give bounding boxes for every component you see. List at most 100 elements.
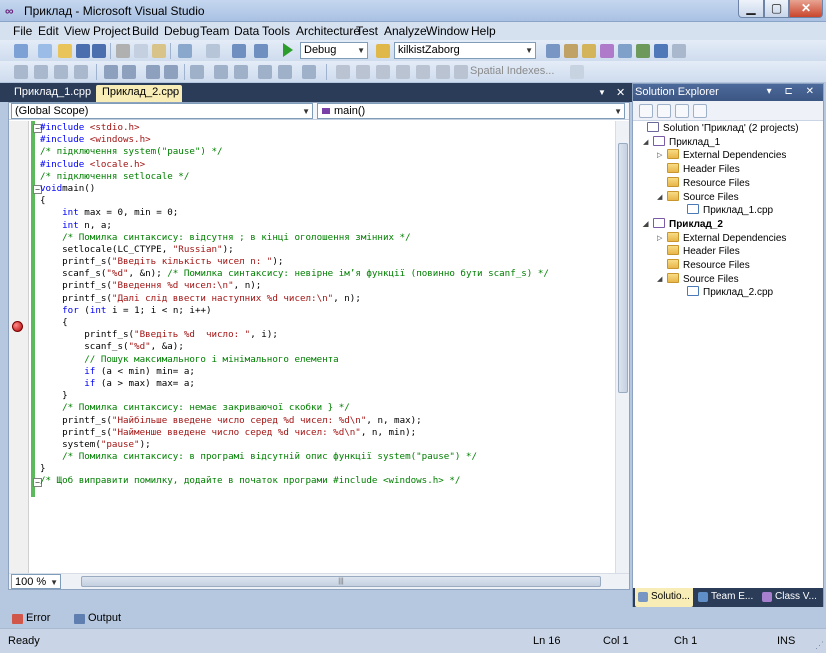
quick-info-icon[interactable] xyxy=(54,65,68,79)
zoom-select[interactable]: 100 % ▼ xyxy=(11,574,61,589)
expander-icon[interactable]: ▷ xyxy=(657,232,667,245)
tree-node[interactable]: Resource Files xyxy=(657,176,750,190)
database-toolbar-icon[interactable] xyxy=(336,65,350,79)
code-line[interactable]: /* Помилка синтаксису: відсутня ; в кінц… xyxy=(40,232,615,244)
find-in-files-icon[interactable] xyxy=(376,44,390,58)
properties-icon[interactable] xyxy=(564,44,578,58)
decrease-indent-icon[interactable] xyxy=(104,65,118,79)
undo-icon[interactable] xyxy=(178,44,192,58)
scrollbar-thumb[interactable]: ||| xyxy=(81,576,601,587)
bookmark-next-folder-icon[interactable] xyxy=(278,65,292,79)
vertical-scrollbar[interactable] xyxy=(615,121,629,573)
menu-analyze[interactable]: Analyze xyxy=(384,24,427,38)
show-all-files-icon[interactable] xyxy=(657,104,671,118)
object-browser-icon[interactable] xyxy=(582,44,596,58)
code-line[interactable]: /* Помилка синтаксису: в програмі відсут… xyxy=(40,451,615,463)
find-combo[interactable]: kilkistZaborg ▼ xyxy=(394,42,536,59)
tree-node[interactable]: Solution 'Приклад' (2 projects) xyxy=(637,122,799,135)
code-line[interactable]: #include <windows.h> xyxy=(40,134,615,146)
add-item-icon[interactable] xyxy=(38,44,52,58)
spatial-indexes-button[interactable]: Spatial Indexes... xyxy=(470,65,554,77)
code-line[interactable]: for (int i = 1; i < n; i++) xyxy=(40,305,615,317)
maximize-button[interactable]: ▢ xyxy=(764,0,789,18)
tree-node[interactable]: Header Files xyxy=(657,245,740,258)
indexes-icon[interactable] xyxy=(416,65,430,79)
tree-node[interactable]: Приклад_2.cpp xyxy=(677,286,773,299)
clear-bookmarks-icon[interactable] xyxy=(302,65,316,79)
minimize-button[interactable]: ▁ xyxy=(738,0,764,18)
toolbar-options-icon[interactable] xyxy=(570,65,584,79)
chevron-down-icon[interactable]: ▼ xyxy=(598,88,606,97)
code-line[interactable]: system("pause"); xyxy=(40,439,615,451)
member-select[interactable]: main() ▼ xyxy=(317,103,625,119)
navigate-backward-icon[interactable] xyxy=(232,44,246,58)
table-icon[interactable] xyxy=(356,65,370,79)
expander-icon[interactable]: ◢ xyxy=(643,218,653,231)
code-line[interactable]: printf_s("Найменше введене число серед %… xyxy=(40,427,615,439)
relationships-icon[interactable] xyxy=(396,65,410,79)
check-constraints-icon[interactable] xyxy=(436,65,450,79)
properties-icon[interactable] xyxy=(639,104,653,118)
toolbar-options-icon[interactable] xyxy=(672,44,686,58)
solution-explorer-icon[interactable] xyxy=(546,44,560,58)
toolbox-icon[interactable] xyxy=(600,44,614,58)
expander-icon[interactable]: ◢ xyxy=(657,191,667,204)
expander-icon[interactable]: ◢ xyxy=(657,273,667,286)
command-window-icon[interactable] xyxy=(654,44,668,58)
code-line[interactable]: } xyxy=(40,390,615,402)
code-line[interactable]: voidmain() xyxy=(40,183,615,195)
xml-indexes-icon[interactable] xyxy=(454,65,468,79)
next-bookmark-icon[interactable] xyxy=(234,65,248,79)
resize-grip-icon[interactable]: ⋰ xyxy=(815,640,824,651)
new-project-icon[interactable] xyxy=(14,44,28,58)
close-icon[interactable]: ✕ xyxy=(169,86,177,101)
breakpoint-icon[interactable] xyxy=(12,321,23,332)
tree-node[interactable]: Приклад_1.cpp xyxy=(677,204,773,217)
menu-team[interactable]: Team xyxy=(200,24,229,38)
cut-icon[interactable] xyxy=(116,44,130,58)
panel-window-buttons[interactable]: ▾ ⊏ ✕ xyxy=(767,84,819,100)
extension-manager-icon[interactable] xyxy=(618,44,632,58)
tree-node[interactable]: ◢ Приклад_2 xyxy=(643,217,723,231)
tab-output[interactable]: Output xyxy=(70,610,122,628)
code-line[interactable]: printf_s("Найбільше введене число серед … xyxy=(40,415,615,427)
parameter-info-icon[interactable] xyxy=(34,65,48,79)
menu-build[interactable]: Build xyxy=(132,24,159,38)
code-line[interactable]: /* Помилка синтаксису: немає закриваючої… xyxy=(40,402,615,414)
tab-prykład-1-cpp[interactable]: Приклад_1.cpp xyxy=(8,85,92,102)
increase-indent-icon[interactable] xyxy=(122,65,136,79)
code-editor[interactable]: (Global Scope) ▼ main() ▼ − − − #include… xyxy=(8,102,630,590)
code-line[interactable]: printf_s("Введення %d чисел:\n", n); xyxy=(40,280,615,292)
tab-team-explorer[interactable]: Team E... xyxy=(695,588,757,607)
tab-error-list[interactable]: Error List xyxy=(8,610,68,641)
expander-icon[interactable]: ▷ xyxy=(657,149,667,162)
code-line[interactable]: #include <locale.h> xyxy=(40,159,615,171)
menu-help[interactable]: Help xyxy=(471,24,496,38)
complete-word-icon[interactable] xyxy=(74,65,88,79)
navigate-forward-icon[interactable] xyxy=(254,44,268,58)
code-line[interactable]: /* підключення setlocale */ xyxy=(40,171,615,183)
start-page-icon[interactable] xyxy=(636,44,650,58)
menu-view[interactable]: View xyxy=(64,24,90,38)
tree-node[interactable]: ◢ Source Files xyxy=(657,272,739,286)
menu-data[interactable]: Data xyxy=(234,24,259,38)
code-line[interactable]: { xyxy=(40,317,615,329)
menu-test[interactable]: Test xyxy=(356,24,378,38)
horizontal-scrollbar[interactable]: 100 % ▼ ||| xyxy=(9,573,629,589)
save-icon[interactable] xyxy=(76,44,90,58)
tree-node[interactable]: ▷ External Dependencies xyxy=(657,149,786,162)
tree-node[interactable]: Header Files xyxy=(657,163,740,176)
display-object-member-list-icon[interactable] xyxy=(14,65,28,79)
indicator-margin[interactable] xyxy=(9,121,29,573)
query-icon[interactable] xyxy=(376,65,390,79)
code-line[interactable]: { xyxy=(40,195,615,207)
scrollbar-thumb[interactable] xyxy=(618,143,628,393)
code-line[interactable]: #include <stdio.h> xyxy=(40,122,615,134)
tree-node[interactable]: ◢ Source Files xyxy=(657,190,739,204)
menu-file[interactable]: File xyxy=(13,24,32,38)
code-line[interactable]: printf_s("Введіть кількість чисел n: "); xyxy=(40,256,615,268)
redo-icon[interactable] xyxy=(206,44,220,58)
code-line[interactable]: if (a < min) min= a; xyxy=(40,366,615,378)
code-line[interactable]: scanf_s("%d", &a); xyxy=(40,341,615,353)
close-icon[interactable]: ✕ xyxy=(616,86,625,99)
